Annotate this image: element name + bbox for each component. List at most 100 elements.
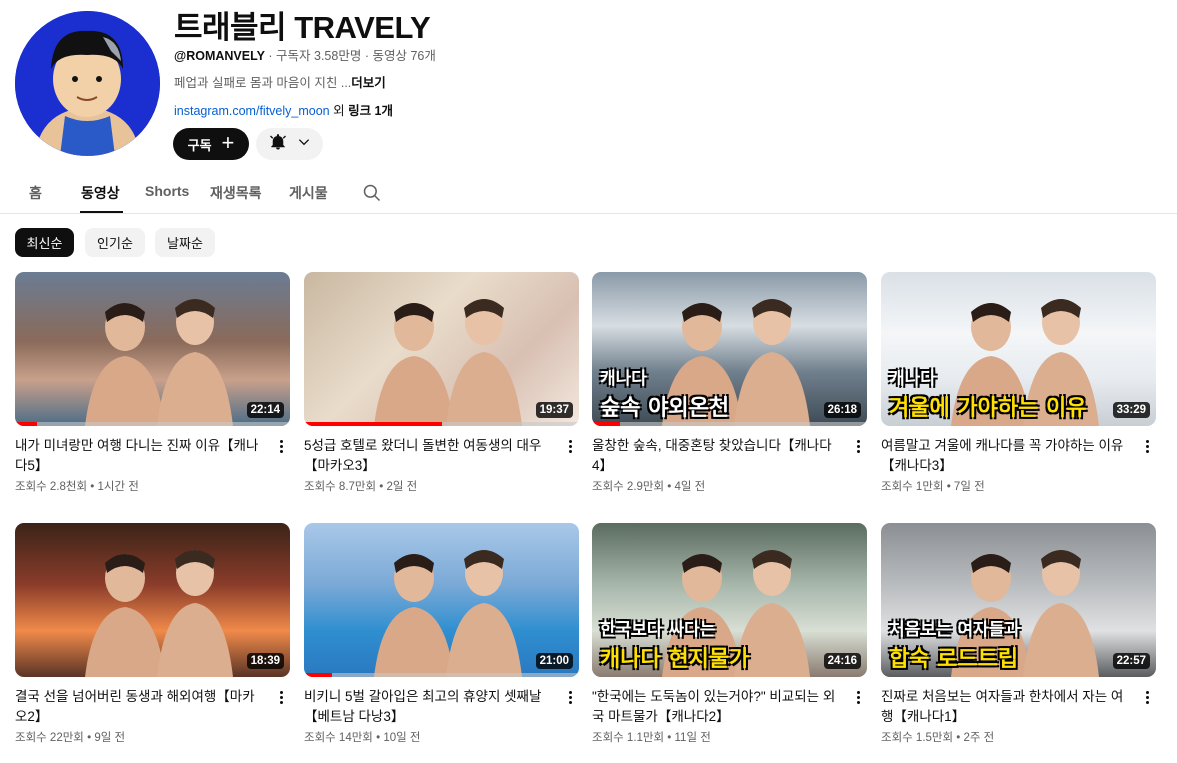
video-card[interactable]: 18:39 결국 선을 넘어버린 동생과 해외여행【마카오2】 조회수 22만회 •… [15, 523, 290, 753]
channel-avatar[interactable] [15, 11, 160, 156]
view-count: 조회수 8.7만회 [304, 481, 377, 493]
chip-latest[interactable]: 최신순 [15, 228, 74, 257]
video-duration: 22:57 [1112, 653, 1150, 669]
video-title[interactable]: "한국에는 도둑놈이 있는거야?" 비교되는 외국 마트물가【캐나다2】 [592, 687, 842, 727]
subscribe-label: 구독 [187, 137, 212, 153]
video-stats: 조회수 2.9만회 • 4일 전 [592, 478, 705, 494]
subscribe-button[interactable]: 구독 + [173, 128, 249, 160]
more-actions-icon[interactable] [1139, 689, 1155, 707]
video-card[interactable]: 처음보는 여자들과합숙 로드트립 22:57 진짜로 처음보는 여자들과 한차에서 … [881, 523, 1156, 753]
bell-icon [269, 133, 287, 156]
video-duration: 19:37 [535, 402, 573, 418]
upload-age: 11일 전 [674, 732, 711, 744]
video-duration: 22:14 [246, 402, 284, 418]
upload-age: 10일 전 [383, 732, 421, 744]
kebab-dot [279, 691, 283, 694]
stats-separator: • [376, 481, 387, 493]
kebab-dot [856, 701, 860, 704]
channel-links: instagram.com/fitvely_moon 외 링크 1개 [174, 100, 393, 119]
video-thumbnail[interactable]: 캐나다 숲속 야외온천 26:18 [592, 272, 867, 426]
video-card[interactable]: 22:14 내가 미녀랑만 여행 다니는 진짜 이유【캐나다5】 조회수 2.8천회… [15, 272, 290, 502]
thumbnail-overlay-main: 겨울에 가야하는 이유 [889, 396, 1087, 421]
more-actions-icon[interactable] [562, 689, 578, 707]
view-count: 조회수 22만회 [15, 732, 84, 744]
view-count: 조회수 2.8천회 [15, 481, 88, 493]
meta-separator: · [268, 49, 277, 63]
more-actions-icon[interactable] [273, 689, 289, 707]
video-thumbnail[interactable]: 처음보는 여자들과합숙 로드트립 22:57 [881, 523, 1156, 677]
tab-posts[interactable]: 게시물 [289, 183, 328, 203]
view-count: 조회수 2.9만회 [592, 481, 665, 493]
video-thumbnail[interactable]: 22:14 [15, 272, 290, 426]
kebab-dot [856, 696, 860, 699]
kebab-dot [1145, 701, 1149, 704]
kebab-dot [1145, 450, 1149, 453]
upload-age: 2일 전 [386, 481, 418, 493]
notification-button[interactable] [256, 128, 323, 160]
subscriber-count: 구독자 3.58만명 [276, 49, 362, 63]
tab-videos[interactable]: 동영상 [81, 183, 120, 203]
video-title[interactable]: 울창한 숲속, 대중혼탕 찾았습니다【캐나다4】 [592, 436, 842, 476]
video-thumbnail[interactable]: 한국보다 싸다는캐나다 현지물가 24:16 [592, 523, 867, 677]
video-card[interactable]: 한국보다 싸다는캐나다 현지물가 24:16 "한국에는 도둑놈이 있는거야?" 비… [592, 523, 867, 753]
thumbnail-overlay-main: 합숙 로드트립 [889, 647, 1019, 672]
kebab-dot [1145, 440, 1149, 443]
video-card[interactable]: 캐나다 겨울에 가야하는 이유 33:29 여름말고 겨울에 캐나다를 꼭 가야하는 … [881, 272, 1156, 502]
watch-progress-bar [15, 422, 37, 426]
tab-shorts[interactable]: Shorts [145, 183, 189, 199]
instagram-link[interactable]: instagram.com/fitvely_moon [174, 104, 330, 118]
channel-description[interactable]: 페업과 실패로 몸과 마음이 지친 ...더보기 [174, 72, 386, 91]
thumbnail-overlay-top: 캐나다 [889, 369, 936, 389]
video-title[interactable]: 비키니 5벌 갈아입은 최고의 휴양지 셋째날【베트남 다낭3】 [304, 687, 554, 727]
video-duration: 24:16 [823, 653, 861, 669]
video-stats: 조회수 1만회 • 7일 전 [881, 478, 985, 494]
thumbnail-overlay-main: 캐나다 현지물가 [600, 647, 750, 672]
more-button[interactable]: 더보기 [351, 76, 386, 90]
more-links-button[interactable]: 링크 1개 [348, 104, 393, 118]
video-stats: 조회수 2.8천회 • 1시간 전 [15, 478, 139, 494]
upload-age: 9일 전 [94, 732, 126, 744]
video-card[interactable]: 19:37 5성급 호텔로 왔더니 돌변한 여동생의 대우【마카오3】 조회수 8.… [304, 272, 579, 502]
more-actions-icon[interactable] [562, 438, 578, 456]
thumbnail-overlay-top: 처음보는 여자들과 [889, 620, 1021, 640]
watch-progress-bar [304, 673, 332, 677]
channel-handle: @ROMANVELY [174, 49, 265, 63]
search-icon[interactable] [362, 183, 382, 208]
video-title[interactable]: 내가 미녀랑만 여행 다니는 진짜 이유【캐나다5】 [15, 436, 265, 476]
view-count: 조회수 1.1만회 [592, 732, 665, 744]
more-actions-icon[interactable] [1139, 438, 1155, 456]
video-thumbnail[interactable]: 18:39 [15, 523, 290, 677]
description-text: 페업과 실패로 몸과 마음이 지친 ... [174, 76, 352, 90]
chip-popular[interactable]: 인기순 [85, 228, 145, 257]
more-actions-icon[interactable] [850, 438, 866, 456]
tab-home[interactable]: 홈 [29, 183, 42, 203]
kebab-dot [568, 450, 572, 453]
kebab-dot [279, 445, 283, 448]
tab-playlists[interactable]: 재생목록 [210, 183, 262, 203]
video-thumbnail[interactable]: 21:00 [304, 523, 579, 677]
channel-meta: @ROMANVELY · 구독자 3.58만명 · 동영상 76개 [174, 45, 436, 64]
stats-separator: • [87, 481, 98, 493]
kebab-dot [568, 696, 572, 699]
video-stats: 조회수 1.5만회 • 2주 전 [881, 729, 994, 745]
more-actions-icon[interactable] [273, 438, 289, 456]
thumbnail-overlay-top: 한국보다 싸다는 [600, 620, 716, 640]
view-count: 조회수 14만회 [304, 732, 373, 744]
stats-separator: • [372, 732, 384, 744]
thumbnail-overlay-main: 숲속 야외온천 [600, 396, 730, 421]
watch-progress-bar [592, 422, 620, 426]
video-title[interactable]: 5성급 호텔로 왔더니 돌변한 여동생의 대우【마카오3】 [304, 436, 554, 476]
video-title[interactable]: 결국 선을 넘어버린 동생과 해외여행【마카오2】 [15, 687, 265, 727]
video-title[interactable]: 여름말고 겨울에 캐나다를 꼭 가야하는 이유【캐나다3】 [881, 436, 1131, 476]
watch-progress-track [304, 673, 579, 677]
video-title[interactable]: 진짜로 처음보는 여자들과 한차에서 자는 여행【캐나다1】 [881, 687, 1131, 727]
video-card[interactable]: 21:00 비키니 5벌 갈아입은 최고의 휴양지 셋째날【베트남 다낭3】 조회수… [304, 523, 579, 753]
kebab-dot [1145, 691, 1149, 694]
video-thumbnail[interactable]: 캐나다 겨울에 가야하는 이유 33:29 [881, 272, 1156, 426]
more-actions-icon[interactable] [850, 689, 866, 707]
chip-oldest[interactable]: 날짜순 [155, 228, 215, 257]
video-thumbnail[interactable]: 19:37 [304, 272, 579, 426]
video-card[interactable]: 캐나다 숲속 야외온천 26:18 울창한 숲속, 대중혼탕 찾았습니다【캐나다4】 조… [592, 272, 867, 502]
kebab-dot [279, 696, 283, 699]
upload-age: 2주 전 [963, 732, 995, 744]
